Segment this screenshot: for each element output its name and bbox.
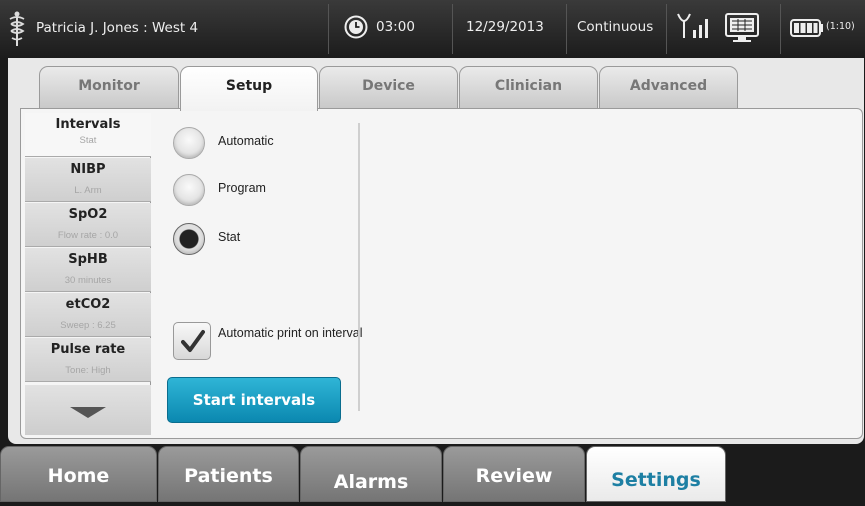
nav-review[interactable]: Review bbox=[443, 446, 585, 502]
sidebar-item-intervals[interactable]: Intervals Stat bbox=[25, 113, 151, 157]
sidebar-item-title: Intervals bbox=[55, 117, 121, 132]
sidebar-item-nibp[interactable]: NIBP L. Arm bbox=[25, 158, 151, 202]
sidebar-item-title: SpO2 bbox=[68, 207, 108, 222]
clock-icon bbox=[344, 15, 368, 39]
signal-antenna-icon bbox=[677, 13, 708, 38]
nav-home[interactable]: Home bbox=[0, 446, 157, 502]
start-intervals-button[interactable]: Start intervals bbox=[167, 377, 341, 423]
sidebar-scroll-down-button[interactable] bbox=[25, 385, 151, 435]
auto-print-label: Automatic print on interval bbox=[218, 326, 363, 340]
radio-stat-label: Stat bbox=[218, 230, 241, 244]
sidebar-item-subtitle: 30 minutes bbox=[64, 275, 112, 286]
tab-device[interactable]: Device bbox=[319, 66, 458, 108]
setup-sidebar: Intervals Stat NIBP L. Arm SpO2 Flow rat… bbox=[25, 113, 151, 435]
screen: Patricia J. Jones : West 4 03:00 12/29/2… bbox=[0, 0, 865, 506]
setup-content: Intervals Stat NIBP L. Arm SpO2 Flow rat… bbox=[20, 108, 863, 439]
header-divider bbox=[666, 4, 667, 54]
sidebar-item-etco2[interactable]: etCO2 Sweep : 6.25 bbox=[25, 293, 151, 337]
tab-setup[interactable]: Setup bbox=[180, 66, 318, 111]
tab-clinician[interactable]: Clinician bbox=[459, 66, 598, 108]
sidebar-item-sphb[interactable]: SpHB 30 minutes bbox=[25, 248, 151, 292]
radio-program-label: Program bbox=[218, 181, 266, 195]
status-header: Patricia J. Jones : West 4 03:00 12/29/2… bbox=[0, 0, 865, 58]
sidebar-item-title: Pulse rate bbox=[50, 342, 126, 357]
mode-display[interactable]: Continuous bbox=[577, 19, 653, 35]
chevron-down-icon bbox=[70, 407, 106, 418]
nav-settings[interactable]: Settings bbox=[586, 446, 726, 502]
bottom-nav: Home Patients Alarms Review Settings bbox=[0, 446, 865, 506]
tab-monitor[interactable]: Monitor bbox=[39, 66, 179, 108]
sidebar-item-subtitle: L. Arm bbox=[74, 185, 102, 196]
header-divider bbox=[566, 4, 567, 54]
sidebar-item-subtitle: Tone: High bbox=[65, 365, 111, 376]
radio-automatic-label: Automatic bbox=[218, 134, 274, 148]
network-monitor-icon bbox=[725, 13, 759, 42]
header-divider bbox=[452, 4, 453, 54]
sidebar-item-subtitle: Sweep : 6.25 bbox=[60, 320, 116, 331]
auto-print-checkbox[interactable] bbox=[173, 322, 211, 360]
sidebar-item-spo2[interactable]: SpO2 Flow rate : 0.0 bbox=[25, 203, 151, 247]
patient-name[interactable]: Patricia J. Jones : West 4 bbox=[36, 20, 198, 36]
header-divider bbox=[328, 4, 329, 54]
nav-patients[interactable]: Patients bbox=[158, 446, 299, 502]
sidebar-item-subtitle: Stat bbox=[79, 135, 97, 146]
sidebar-item-pulse-rate[interactable]: Pulse rate Tone: High bbox=[25, 338, 151, 382]
sidebar-item-title: etCO2 bbox=[65, 297, 111, 312]
main-panel: Monitor Setup Device Clinician Advanced … bbox=[8, 58, 864, 444]
checkmark-icon bbox=[181, 330, 205, 352]
clock-time[interactable]: 03:00 bbox=[376, 19, 415, 35]
sidebar-item-subtitle: Flow rate : 0.0 bbox=[57, 230, 119, 241]
header-divider bbox=[780, 4, 781, 54]
radio-program[interactable] bbox=[173, 174, 205, 206]
battery-icon bbox=[790, 19, 823, 37]
nav-alarms[interactable]: Alarms bbox=[300, 446, 442, 502]
sidebar-item-title: SpHB bbox=[68, 252, 108, 267]
date-display[interactable]: 12/29/2013 bbox=[466, 19, 544, 35]
tab-advanced[interactable]: Advanced bbox=[599, 66, 738, 108]
radio-stat[interactable] bbox=[173, 223, 205, 255]
battery-time: (1:10) bbox=[826, 21, 855, 32]
sidebar-item-title: NIBP bbox=[70, 162, 106, 177]
radio-automatic[interactable] bbox=[173, 127, 205, 159]
content-divider bbox=[358, 123, 360, 411]
caduceus-icon bbox=[9, 11, 25, 46]
